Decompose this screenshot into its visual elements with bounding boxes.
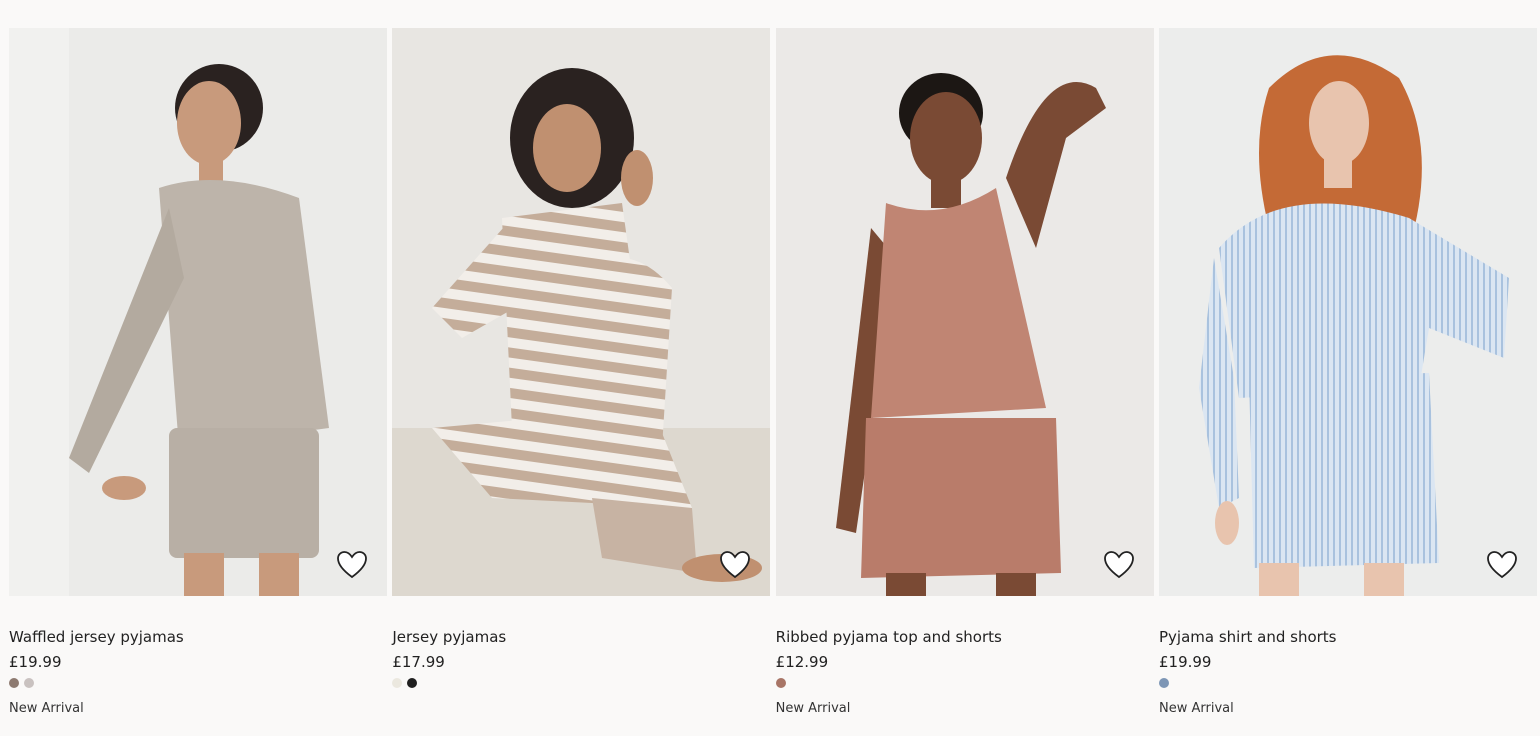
product-card[interactable]: Waffled jersey pyjamas £19.99 New Arriva… [9,28,387,718]
heart-icon [720,551,751,579]
favourite-button[interactable] [1485,548,1519,582]
product-card[interactable]: Pyjama shirt and shorts £19.99 New Arriv… [1158,28,1537,718]
color-swatch[interactable] [392,678,403,688]
new-arrival-badge: New Arrival [1158,701,1234,716]
color-swatch[interactable] [407,678,418,688]
color-swatch[interactable] [1158,678,1169,688]
product-title[interactable]: Jersey pyjamas [392,627,770,647]
product-title[interactable]: Pyjama shirt and shorts [1159,627,1537,647]
color-swatch[interactable] [9,678,19,688]
heart-icon [1103,551,1134,579]
new-arrival-badge: New Arrival [775,701,851,716]
color-swatches [775,677,1154,689]
product-image[interactable] [775,28,1154,596]
product-price: £17.99 [392,653,445,671]
product-card[interactable]: Jersey pyjamas £17.99 [392,28,771,718]
product-grid: Waffled jersey pyjamas £19.99 New Arriva… [9,28,1537,718]
color-swatches [1158,677,1537,689]
favourite-button[interactable] [335,548,369,582]
color-swatch[interactable] [24,678,34,688]
color-swatches [9,677,387,689]
product-card[interactable]: Ribbed pyjama top and shorts £12.99 New … [775,28,1154,718]
product-price: £19.99 [9,653,62,671]
product-image[interactable] [392,28,771,596]
product-title[interactable]: Ribbed pyjama top and shorts [776,627,1154,647]
color-swatches [392,677,770,689]
product-price: £12.99 [775,653,829,671]
product-price: £19.99 [1158,653,1212,671]
product-photo [775,28,1154,596]
heart-icon [1487,551,1517,579]
favourite-button[interactable] [1102,548,1136,582]
new-arrival-badge: New Arrival [9,701,84,716]
product-image[interactable] [9,28,387,596]
favourite-button[interactable] [718,548,752,582]
heart-icon [337,551,367,579]
product-photo [9,28,387,596]
product-photo [392,28,771,596]
product-image[interactable] [1158,28,1537,596]
color-swatch[interactable] [775,678,786,688]
product-photo [1158,28,1537,596]
product-title[interactable]: Waffled jersey pyjamas [9,627,387,647]
